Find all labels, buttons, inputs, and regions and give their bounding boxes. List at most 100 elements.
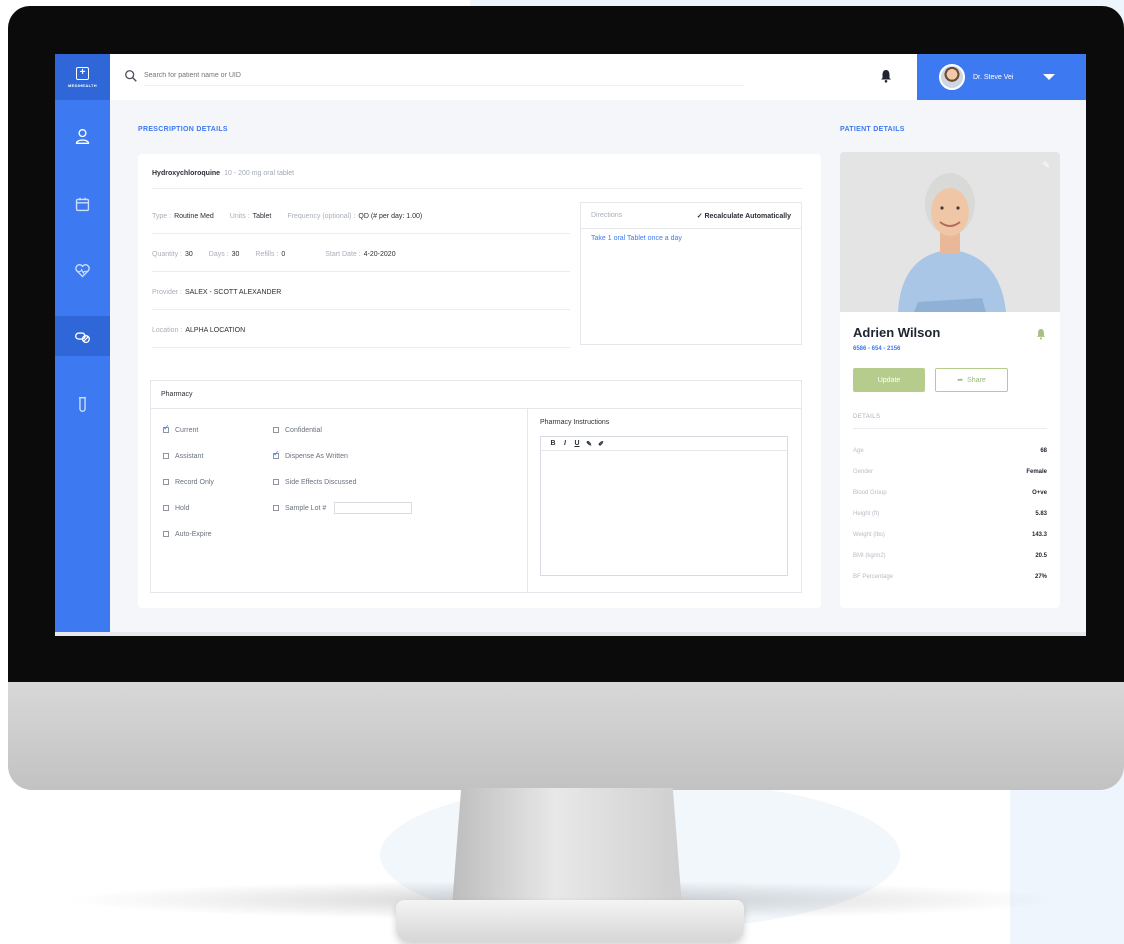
checkbox-hold[interactable]: Hold <box>163 502 214 514</box>
check-icon: ✓ <box>696 212 705 220</box>
prescription-card: Hydroxychloroquine 10 - 200 mg oral table… <box>138 154 821 608</box>
share-button[interactable]: ➦ Share <box>935 368 1008 392</box>
checkbox-side-effects[interactable]: Side Effects Discussed <box>273 476 412 488</box>
avatar <box>939 64 965 90</box>
patient-name: Adrien Wilson <box>853 325 941 340</box>
detail-row-age: Age 68 <box>853 448 1047 454</box>
provider-field[interactable]: Provider : SALEX - SCOTT ALEXANDER <box>152 289 281 296</box>
heart-icon <box>75 263 90 277</box>
checkbox-box <box>163 505 169 511</box>
days-field[interactable]: Days :30 <box>209 251 240 258</box>
notification-bell-icon[interactable] <box>880 69 892 83</box>
pharmacy-title: Pharmacy <box>151 381 801 409</box>
drug-title: Hydroxychloroquine 10 - 200 mg oral table… <box>152 170 294 177</box>
prescription-section-title: PRESCRIPTION DETAILS <box>138 126 228 133</box>
units-field[interactable]: Units : Tablet <box>230 213 272 220</box>
checkbox-box <box>273 505 279 511</box>
monitor-stand <box>452 788 682 906</box>
quantity-field[interactable]: Quantity :30 <box>152 251 193 258</box>
divider <box>527 409 528 593</box>
user-menu[interactable]: Dr. Steve Vei <box>917 54 1086 100</box>
start-date-field[interactable]: Start Date :4-20-2020 <box>325 251 395 258</box>
checkbox-dispense-as-written[interactable]: Dispense As Written <box>273 449 412 462</box>
recalculate-checkbox[interactable]: ✓ Recalculate Automatically <box>697 212 791 220</box>
test-tube-icon <box>79 396 86 412</box>
pharmacy-instructions-editor[interactable]: B I U ✎ ✐ <box>540 436 788 576</box>
rx-row-type: Type : Routine Med Units : Tablet Frequenc… <box>152 213 438 220</box>
patient-photo: ✎ <box>840 152 1060 312</box>
pharmacy-box: Pharmacy Current Assistant Record Only H… <box>150 380 802 593</box>
sidebar-item-labs[interactable] <box>55 384 110 424</box>
monitor-foot <box>396 900 744 942</box>
detail-row-height: Height (ft) 5.83 <box>853 511 1047 517</box>
checkbox-assistant[interactable]: Assistant <box>163 450 214 462</box>
checkbox-box <box>273 479 279 485</box>
type-field[interactable]: Type : Routine Med <box>152 213 214 220</box>
refills-field[interactable]: Refills :0 <box>255 251 285 258</box>
checkbox-box <box>163 453 169 459</box>
app-screen: + MEDIHEALTH Dr. Steve Vei PRESCRIPTION <box>55 54 1086 636</box>
detail-row-bf-percentage: BF Percentage 27% <box>853 574 1047 580</box>
directions-text[interactable]: Take 1 oral Tablet once a day <box>581 229 801 248</box>
italic-icon[interactable]: I <box>559 440 571 447</box>
directions-label: Directions <box>591 212 623 219</box>
underline-icon[interactable]: U <box>571 440 583 447</box>
rx-row-provider: Provider : SALEX - SCOTT ALEXANDER <box>152 289 297 296</box>
edit-icon[interactable]: ✎ <box>1042 160 1050 171</box>
calendar-icon <box>75 197 90 211</box>
divider <box>152 271 570 272</box>
location-field[interactable]: Location : ALPHA LOCATION <box>152 327 245 334</box>
checkbox-auto-expire[interactable]: Auto-Expire <box>163 528 214 540</box>
patient-phone: 6586 - 654 - 2156 <box>853 346 901 352</box>
sidebar-item-prescriptions[interactable] <box>55 316 110 356</box>
brand-logo[interactable]: + MEDIHEALTH <box>55 54 110 100</box>
monitor-chin <box>8 682 1124 790</box>
divider <box>853 428 1047 429</box>
detail-row-blood-group: Blood Group O+ve <box>853 490 1047 496</box>
directions-header: Directions ✓ Recalculate Automatically <box>581 203 801 229</box>
sidebar-item-calendar[interactable] <box>55 184 110 224</box>
checkbox-box <box>273 449 280 459</box>
checkbox-box <box>273 427 279 433</box>
medical-plus-icon: + <box>76 66 89 80</box>
alert-bell-icon[interactable] <box>1036 328 1046 340</box>
rx-row-location: Location : ALPHA LOCATION <box>152 327 261 334</box>
checkbox-record-only[interactable]: Record Only <box>163 476 214 488</box>
divider <box>152 309 570 310</box>
details-title: DETAILS <box>853 414 881 420</box>
user-icon <box>75 128 90 144</box>
drug-name: Hydroxychloroquine <box>152 170 221 177</box>
pharmacy-options-col2: Confidential Dispense As Written Side Ef… <box>273 424 413 528</box>
checkbox-sample-lot[interactable]: Sample Lot # <box>273 502 413 514</box>
user-name: Dr. Steve Vei <box>973 73 1014 81</box>
pharmacy-instructions-title: Pharmacy Instructions <box>540 419 610 426</box>
bold-icon[interactable]: B <box>547 440 559 447</box>
chevron-down-icon <box>1043 74 1056 80</box>
sidebar-item-patients[interactable] <box>55 116 110 156</box>
divider <box>152 233 570 234</box>
divider <box>152 188 802 189</box>
checkbox-box <box>163 423 170 433</box>
divider <box>152 347 570 348</box>
brand-name: MEDIHEALTH <box>68 82 97 88</box>
directions-box: Directions ✓ Recalculate Automatically T… <box>580 202 802 345</box>
search-input[interactable] <box>144 66 744 86</box>
share-arrow-icon: ➦ <box>957 377 964 384</box>
patient-section-title: PATIENT DETAILS <box>840 126 905 133</box>
pen-icon[interactable]: ✐ <box>595 440 607 448</box>
drug-dose: 10 - 200 mg oral tablet <box>224 170 295 177</box>
sidebar-item-health[interactable] <box>55 250 110 290</box>
checkbox-current[interactable]: Current <box>163 423 214 436</box>
prescription-icon <box>75 331 90 343</box>
highlighter-icon[interactable]: ✎ <box>583 440 595 448</box>
rx-row-quantity: Quantity :30 Days :30 Refills :0 Start D… <box>152 251 412 258</box>
frequency-field[interactable]: Frequency (optional) : QD (# per day: 1.0… <box>287 213 422 220</box>
sample-lot-input[interactable] <box>334 502 413 514</box>
update-button[interactable]: Update <box>853 368 925 392</box>
checkbox-box <box>163 531 169 537</box>
sidebar: + MEDIHEALTH <box>55 54 110 636</box>
detail-row-weight: Weight (lbs) 143.3 <box>853 532 1047 538</box>
search-icon <box>125 70 137 82</box>
checkbox-confidential[interactable]: Confidential <box>273 424 412 436</box>
patient-card: ✎ Adrien Wilson 6586 - 654 - 2156 Update… <box>840 152 1060 608</box>
